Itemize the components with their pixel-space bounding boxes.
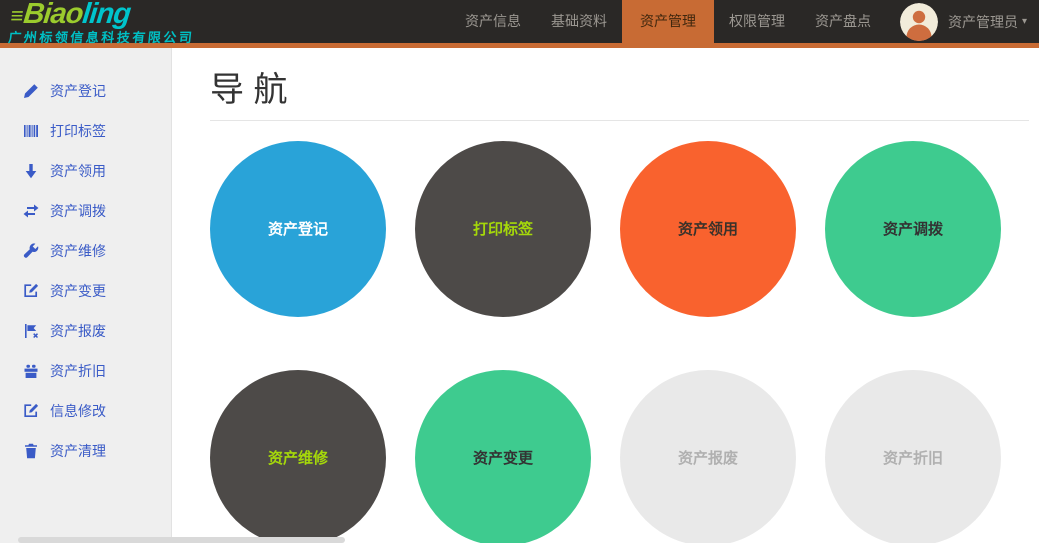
nav-circle-grid: 资产登记 打印标签 资产领用 资产调拨 资产维修 资产变更 资产报废 资产折旧 [210, 141, 1029, 543]
gift-icon [22, 363, 39, 380]
title-divider [210, 120, 1029, 121]
nav-circle-asset-transfer[interactable]: 资产调拨 [825, 141, 1001, 317]
nav-tab-basic-data[interactable]: 基础资料 [536, 0, 622, 43]
nav-circle-print-label[interactable]: 打印标签 [415, 141, 591, 317]
sidebar: 资产登记 打印标签 资产领用 资产调拨 资产维修 资产变更 资产报废 [0, 48, 172, 543]
sidebar-item-label: 资产折旧 [50, 361, 106, 381]
nav-circle-label: 资产变更 [473, 447, 533, 468]
edit-square-icon [22, 403, 39, 420]
user-name: 资产管理员 [948, 12, 1018, 32]
barcode-icon [22, 123, 39, 140]
trash-icon [22, 443, 39, 460]
sidebar-item-label: 资产领用 [50, 161, 106, 181]
arrow-down-icon [22, 163, 39, 180]
nav-circle-label: 资产折旧 [883, 447, 943, 468]
nav-circle-label: 打印标签 [473, 218, 533, 239]
nav-tab-asset-info[interactable]: 资产信息 [450, 0, 536, 43]
sidebar-item-label: 资产登记 [50, 81, 106, 101]
nav-circle-asset-registration[interactable]: 资产登记 [210, 141, 386, 317]
sidebar-item-asset-repair[interactable]: 资产维修 [0, 231, 171, 271]
page-title: 导 航 [210, 70, 1029, 111]
edit-square-icon [22, 283, 39, 300]
nav-circle-label: 资产报废 [678, 447, 738, 468]
sidebar-item-label: 资产报废 [50, 321, 106, 341]
pencil-icon [22, 83, 39, 100]
nav-circle-asset-change[interactable]: 资产变更 [415, 370, 591, 543]
nav-circle-asset-scrap[interactable]: 资产报废 [620, 370, 796, 543]
chevron-down-icon: ▾ [1022, 16, 1027, 27]
sidebar-item-asset-registration[interactable]: 资产登记 [0, 71, 171, 111]
sidebar-item-label: 资产清理 [50, 441, 106, 461]
sidebar-item-label: 资产调拨 [50, 201, 106, 221]
sidebar-item-label: 资产维修 [50, 241, 106, 261]
nav-tab-asset-management[interactable]: 资产管理 [622, 0, 714, 48]
user-menu[interactable]: 资产管理员 ▾ [900, 3, 1027, 41]
sidebar-item-asset-requisition[interactable]: 资产领用 [0, 151, 171, 191]
nav-circle-label: 资产登记 [268, 218, 328, 239]
flag-x-icon [22, 323, 39, 340]
sidebar-item-print-label[interactable]: 打印标签 [0, 111, 171, 151]
sidebar-item-asset-change[interactable]: 资产变更 [0, 271, 171, 311]
sidebar-item-label: 信息修改 [50, 401, 106, 421]
sidebar-item-label: 打印标签 [50, 121, 106, 141]
top-nav: 资产信息 基础资料 资产管理 权限管理 资产盘点 [450, 0, 886, 43]
brand-name: ≡Biaoling [9, 0, 198, 29]
nav-circle-label: 资产领用 [678, 218, 738, 239]
wrench-icon [22, 243, 39, 260]
nav-circle-asset-requisition[interactable]: 资产领用 [620, 141, 796, 317]
sidebar-item-asset-transfer[interactable]: 资产调拨 [0, 191, 171, 231]
main-content: 导 航 资产登记 打印标签 资产领用 资产调拨 资产维修 资产变更 资产报废 资… [173, 48, 1039, 543]
sidebar-item-label: 资产变更 [50, 281, 106, 301]
nav-tab-permission-management[interactable]: 权限管理 [714, 0, 800, 43]
brand-logo[interactable]: ≡Biaoling 广州标领信息科技有限公司 [8, 0, 199, 44]
nav-tab-asset-inventory[interactable]: 资产盘点 [800, 0, 886, 43]
nav-circle-asset-depreciation[interactable]: 资产折旧 [825, 370, 1001, 543]
user-avatar [900, 3, 938, 41]
sidebar-item-asset-cleanup[interactable]: 资产清理 [0, 431, 171, 471]
nav-circle-label: 资产维修 [268, 447, 328, 468]
sidebar-item-asset-scrap[interactable]: 资产报废 [0, 311, 171, 351]
sidebar-item-info-modify[interactable]: 信息修改 [0, 391, 171, 431]
company-name: 广州标领信息科技有限公司 [8, 31, 195, 44]
transfer-arrows-icon [22, 203, 39, 220]
horizontal-scrollbar-thumb[interactable] [18, 537, 345, 543]
nav-circle-label: 资产调拨 [883, 218, 943, 239]
top-header: ≡Biaoling 广州标领信息科技有限公司 资产信息 基础资料 资产管理 权限… [0, 0, 1039, 43]
nav-circle-asset-repair[interactable]: 资产维修 [210, 370, 386, 543]
sidebar-item-asset-depreciation[interactable]: 资产折旧 [0, 351, 171, 391]
